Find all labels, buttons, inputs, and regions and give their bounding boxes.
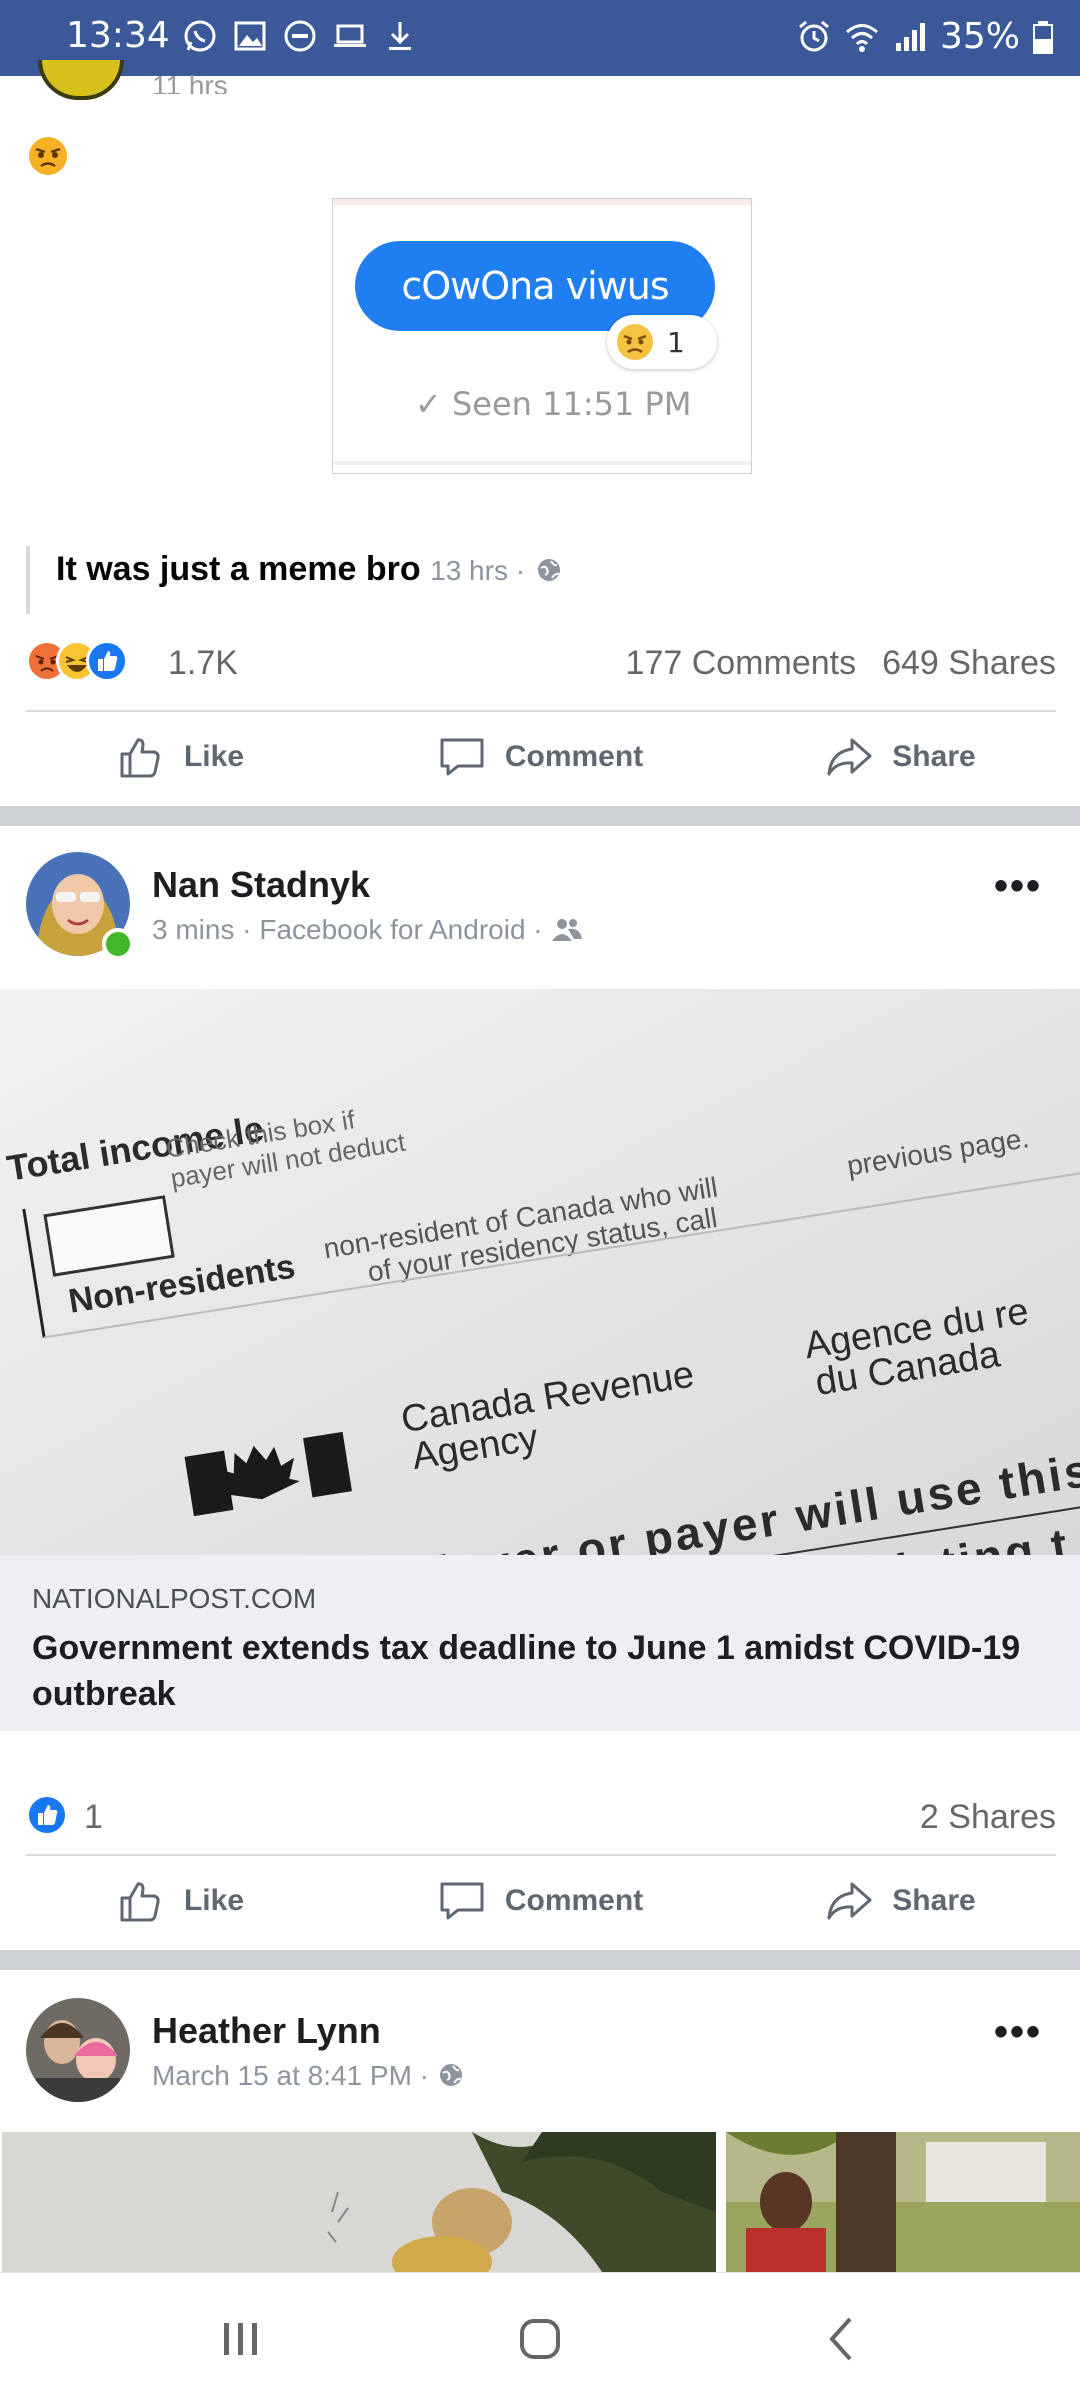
quote-meta: 13 hrs · [430,555,526,586]
thumbs-up-icon [120,1882,160,1922]
post-meta: 3 mins · Facebook for Android · [152,914,584,946]
post-separator [0,1950,1080,1970]
post-meta: March 15 at 8:41 PM · [152,2060,465,2092]
quoted-comment[interactable]: It was just a meme bro 13 hrs · [56,550,563,589]
post-meta-text: 3 mins · Facebook for Android · [152,914,543,945]
like-button[interactable]: Like [0,1856,360,1946]
comment-label: Comment [504,1884,644,1917]
link-preview-caption[interactable]: NATIONALPOST.COM Government extends tax … [0,1555,1080,1731]
friends-icon [552,919,583,941]
post-separator [0,806,1080,826]
post-photo-2[interactable] [726,2132,1080,2272]
share-icon [827,738,872,776]
notification-icons [182,18,418,54]
quote-bar [26,546,30,614]
share-button[interactable]: Share [720,712,1080,802]
post-actions: Like Comment Share [0,1856,1080,1946]
like-reaction-icon [26,1794,68,1836]
home-button[interactable] [510,2309,570,2369]
link-domain: NATIONALPOST.COM [32,1583,317,1614]
gallery-icon [232,18,268,54]
post-time: 11 hrs [152,70,228,94]
meme-image[interactable]: cOwOna viwus 1 ✓ Seen 11:51 PM [332,198,752,474]
reaction-count[interactable]: 1.7K [168,644,238,683]
quote-text: It was just a meme bro [56,550,421,588]
post-stats: 1.7K 177 Comments 649 Shares [26,638,1056,688]
share-button[interactable]: Share [720,1856,1080,1946]
avatar[interactable] [38,60,124,100]
comment-count[interactable]: 177 Comments [626,644,857,682]
angry-face-icon [617,324,653,360]
link-preview-image[interactable]: Total income le Check this box if payer … [0,989,1080,1555]
link-headline: Government extends tax deadline to June … [32,1629,1021,1713]
reaction-icons[interactable] [26,640,128,682]
alarm-icon [796,19,832,55]
share-label: Share [892,740,976,773]
comment-icon [440,738,484,776]
comment-button[interactable]: Comment [360,712,720,802]
globe-icon [439,2064,462,2086]
status-bar: 13:34 35% [0,0,1080,76]
post-author[interactable]: Heather Lynn [152,2010,381,2052]
like-button[interactable]: Like [0,712,360,802]
system-icons: 35% [796,16,1054,57]
post-meta-text: March 15 at 8:41 PM · [152,2060,430,2091]
download-icon [382,18,418,54]
seen-text: ✓ Seen 11:51 PM [415,385,692,423]
share-count[interactable]: 649 Shares [882,644,1056,682]
globe-icon [537,559,560,581]
wifi-icon [844,19,880,55]
do-not-disturb-icon [282,18,318,54]
thumbs-up-icon [120,738,160,778]
recent-apps-button[interactable] [210,2309,270,2369]
status-time: 13:34 [66,15,170,56]
laptop-icon [332,18,368,54]
reaction-count[interactable]: 1 [84,1798,103,1837]
more-options-button[interactable]: ••• [994,2010,1042,2055]
system-navigation-bar [0,2272,1080,2401]
share-count[interactable]: 2 Shares [920,1798,1056,1836]
like-label: Like [183,740,245,773]
share-label: Share [892,1884,976,1917]
battery-icon [1032,19,1054,55]
post-photo-1[interactable] [2,2132,716,2272]
post-stats: 1 2 Shares [26,1792,1056,1842]
meme-reaction-count: 1 [667,325,685,359]
post-author[interactable]: Nan Stadnyk [152,864,370,906]
comment-button[interactable]: Comment [360,1856,720,1946]
avatar[interactable] [26,1998,130,2102]
signal-icon [892,19,928,55]
like-label: Like [183,1884,245,1917]
battery-percent: 35% [939,16,1020,57]
share-icon [827,1882,872,1920]
meme-reaction-badge: 1 [607,315,717,369]
reaction-icons[interactable] [26,1794,68,1836]
like-reaction-icon [86,640,128,682]
online-indicator [102,928,134,960]
angry-face-icon [29,137,67,175]
more-options-button[interactable]: ••• [994,864,1042,909]
post-actions: Like Comment Share [0,712,1080,802]
whatsapp-icon [182,18,218,54]
comment-label: Comment [504,740,644,773]
comment-icon [440,1882,484,1920]
back-button[interactable] [812,2309,872,2369]
